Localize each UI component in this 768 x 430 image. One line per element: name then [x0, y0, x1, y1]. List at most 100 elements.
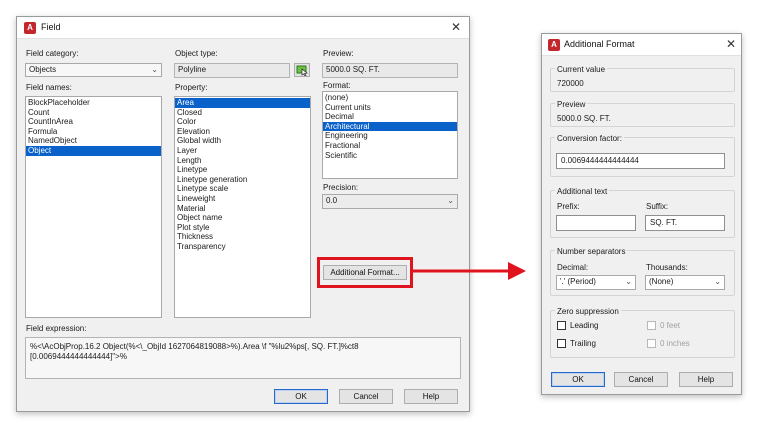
- chevron-down-icon: ⌄: [151, 65, 158, 74]
- property-item[interactable]: Linetype generation: [175, 175, 310, 185]
- trailing-label: Trailing: [570, 339, 596, 348]
- field-name-item[interactable]: BlockPlaceholder: [26, 98, 161, 108]
- trailing-checkbox[interactable]: [557, 339, 566, 348]
- field-names-list[interactable]: BlockPlaceholder Count CountInArea Formu…: [25, 96, 162, 318]
- zero-suppression-label: Zero suppression: [555, 307, 621, 316]
- chevron-down-icon: ⌄: [714, 277, 721, 286]
- format-item[interactable]: Engineering: [323, 131, 457, 141]
- object-type-label: Object type:: [175, 49, 218, 58]
- precision-label: Precision:: [323, 183, 359, 192]
- property-item[interactable]: Material: [175, 204, 310, 214]
- thousands-separator-dropdown[interactable]: (None) ⌄: [645, 275, 725, 290]
- property-item[interactable]: Area: [175, 98, 310, 108]
- chevron-down-icon: ⌄: [625, 277, 632, 286]
- callout-arrow-icon: [412, 262, 526, 280]
- field-name-item[interactable]: Object: [26, 145, 161, 156]
- current-value: 720000: [557, 79, 584, 88]
- select-object-button[interactable]: [294, 63, 310, 77]
- property-item[interactable]: Linetype scale: [175, 184, 310, 194]
- field-names-label: Field names:: [26, 83, 72, 92]
- field-dialog-title: Field: [41, 22, 61, 32]
- field-dialog: A Field ✕ Field category: Objects ⌄ Fiel…: [16, 16, 470, 412]
- suffix-label: Suffix:: [646, 202, 669, 211]
- property-item[interactable]: Plot style: [175, 223, 310, 233]
- format-label: Format:: [323, 81, 351, 90]
- format-item[interactable]: Architectural: [323, 121, 457, 132]
- additional-format-titlebar: A Additional Format ✕: [542, 34, 741, 56]
- field-name-item[interactable]: CountInArea: [26, 117, 161, 127]
- precision-value: 0.0: [326, 196, 338, 205]
- additional-text-label: Additional text: [555, 187, 610, 196]
- field-expression-line: %<\AcObjProp.16.2 Object(%<\_ObjId 16270…: [30, 342, 359, 351]
- cancel-button[interactable]: Cancel: [339, 389, 393, 404]
- property-item[interactable]: Thickness: [175, 232, 310, 242]
- number-separators-label: Number separators: [555, 247, 628, 256]
- property-item[interactable]: Transparency: [175, 242, 310, 252]
- preview-label: Preview:: [323, 49, 354, 58]
- format-item[interactable]: (none): [323, 93, 457, 103]
- property-item[interactable]: Layer: [175, 146, 310, 156]
- zero-feet-checkbox[interactable]: [647, 321, 656, 330]
- precision-dropdown[interactable]: 0.0 ⌄: [322, 194, 458, 209]
- decimal-separator-dropdown[interactable]: '.' (Period) ⌄: [556, 275, 636, 290]
- autocad-app-icon: A: [548, 39, 560, 51]
- leading-label: Leading: [570, 321, 599, 330]
- format-item[interactable]: Fractional: [323, 141, 457, 151]
- additional-format-dialog: A Additional Format ✕ Current value 7200…: [541, 33, 742, 395]
- decimal-separator-value: '.' (Period): [560, 277, 596, 286]
- field-expression-line: [0.0069444444444444]">%: [30, 352, 127, 361]
- preview-label: Preview: [555, 100, 588, 109]
- preview-field: 5000.0 SQ. FT.: [322, 63, 458, 78]
- property-item[interactable]: Linetype: [175, 165, 310, 175]
- callout-highlight-box: [317, 257, 413, 288]
- autocad-app-icon: A: [24, 22, 36, 34]
- cancel-button[interactable]: Cancel: [614, 372, 668, 387]
- field-category-value: Objects: [29, 65, 57, 74]
- ok-button[interactable]: OK: [551, 372, 605, 387]
- field-category-dropdown[interactable]: Objects ⌄: [25, 63, 162, 77]
- field-expression-box[interactable]: %<\AcObjProp.16.2 Object(%<\_ObjId 16270…: [25, 337, 461, 379]
- property-item[interactable]: Length: [175, 156, 310, 166]
- close-icon[interactable]: ✕: [726, 37, 736, 51]
- prefix-label: Prefix:: [557, 202, 580, 211]
- format-item[interactable]: Current units: [323, 103, 457, 113]
- leading-checkbox[interactable]: [557, 321, 566, 330]
- field-name-item[interactable]: NamedObject: [26, 136, 161, 146]
- field-category-label: Field category:: [26, 49, 79, 58]
- format-item[interactable]: Scientific: [323, 151, 457, 161]
- object-type-field: Polyline: [174, 63, 290, 78]
- close-icon[interactable]: ✕: [451, 20, 461, 34]
- additional-format-title: Additional Format: [564, 39, 635, 49]
- thousands-label: Thousands:: [646, 263, 688, 272]
- zero-inches-label: 0 inches: [660, 339, 690, 348]
- format-list[interactable]: (none) Current units Decimal Architectur…: [322, 91, 458, 179]
- field-dialog-titlebar: A Field ✕: [17, 17, 469, 39]
- suffix-input[interactable]: SQ. FT.: [645, 215, 725, 231]
- property-label: Property:: [175, 83, 208, 92]
- conversion-factor-input[interactable]: 0.0069444444444444: [556, 153, 725, 169]
- property-item[interactable]: Lineweight: [175, 194, 310, 204]
- thousands-separator-value: (None): [649, 277, 674, 286]
- property-list[interactable]: Area Closed Color Elevation Global width…: [174, 96, 311, 318]
- zero-inches-checkbox[interactable]: [647, 339, 656, 348]
- zero-feet-label: 0 feet: [660, 321, 681, 330]
- property-item[interactable]: Elevation: [175, 127, 310, 137]
- current-value-label: Current value: [555, 65, 608, 74]
- prefix-input[interactable]: [556, 215, 636, 231]
- field-name-item[interactable]: Count: [26, 108, 161, 118]
- chevron-down-icon: ⌄: [447, 196, 454, 205]
- ok-button[interactable]: OK: [274, 389, 328, 404]
- field-expression-label: Field expression:: [26, 324, 87, 333]
- field-name-item[interactable]: Formula: [26, 127, 161, 137]
- help-button[interactable]: Help: [404, 389, 458, 404]
- property-item[interactable]: Color: [175, 117, 310, 127]
- help-button[interactable]: Help: [679, 372, 733, 387]
- property-item[interactable]: Object name: [175, 213, 310, 223]
- property-item[interactable]: Closed: [175, 108, 310, 118]
- format-item[interactable]: Decimal: [323, 112, 457, 122]
- property-item[interactable]: Global width: [175, 136, 310, 146]
- preview-value: 5000.0 SQ. FT.: [557, 114, 611, 123]
- select-object-icon: [296, 65, 308, 76]
- zero-suppression-group: [550, 310, 735, 358]
- conversion-factor-label: Conversion factor:: [555, 134, 624, 143]
